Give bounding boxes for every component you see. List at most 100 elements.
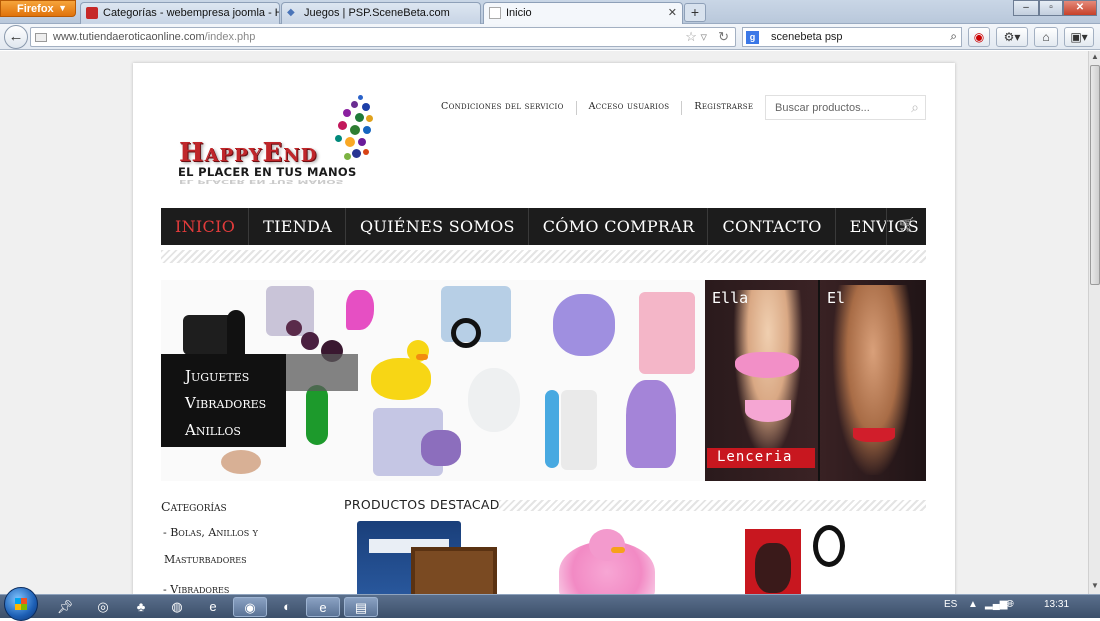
product-image-3[interactable] <box>745 521 855 594</box>
lenceria-banner[interactable]: Ella El Lenceria <box>705 280 926 481</box>
google-icon: g <box>746 31 759 44</box>
games-icon[interactable]: ♣ <box>124 597 158 617</box>
link-register[interactable]: Registrarse <box>681 101 765 115</box>
scroll-down-icon[interactable]: ▼ <box>1090 581 1100 593</box>
banner-link-vibradores[interactable]: Vibradores <box>185 394 286 421</box>
page-scrollbar[interactable]: ▲ ▼ <box>1088 51 1100 594</box>
logo-reflection: El placer en tus manos <box>179 178 344 185</box>
logo-title: HappyEnd <box>179 138 318 168</box>
sidebar-item-masturbadores[interactable]: Masturbadores <box>164 553 247 566</box>
main-nav: INICIO TIENDA QUIÉNES SOMOS CÓMO COMPRAR… <box>161 208 926 245</box>
hero-banner: Juguetes Vibradores Anillos Ella El Lenc… <box>161 280 926 481</box>
divider-hatch <box>161 250 926 263</box>
ie-icon[interactable]: e <box>196 597 230 617</box>
nav-contacto[interactable]: CONTACTO <box>708 208 836 245</box>
tab-title: Categorías - webempresa joomla - Hosti..… <box>103 7 279 19</box>
tab-title: Inicio <box>506 7 532 19</box>
record-icon[interactable]: ◉ <box>968 27 990 47</box>
address-bar[interactable]: www.tutiendaeroticaonline.com/index.php … <box>30 27 736 47</box>
site-logo[interactable]: HappyEnd El placer en tus manos El place… <box>175 93 385 188</box>
browser-search-box[interactable]: g scenebeta psp ⌕ <box>742 27 962 47</box>
bookmark-star-icon[interactable]: ☆ ▿ <box>685 29 707 45</box>
start-button[interactable] <box>4 587 38 621</box>
chrome-icon[interactable]: ◍ <box>160 597 194 617</box>
tab-title: Juegos | PSP.SceneBeta.com <box>304 7 450 19</box>
joomla-favicon-icon <box>86 7 98 19</box>
browser-search-value: scenebeta psp <box>771 31 843 43</box>
close-tab-icon[interactable]: ✕ <box>668 6 677 19</box>
product-search-input[interactable]: Buscar productos... ⌕ <box>765 95 926 120</box>
show-hidden-icons-icon[interactable]: ▲ <box>968 599 978 610</box>
model-el-image <box>833 285 913 475</box>
home-icon[interactable]: ⌂ <box>1034 27 1058 47</box>
window-taskbar-icon[interactable]: ▤ <box>344 597 378 617</box>
search-icon[interactable]: ⌕ <box>911 99 919 116</box>
windows-logo-icon <box>15 598 27 610</box>
url-path: /index.php <box>204 31 256 43</box>
scroll-up-icon[interactable]: ▲ <box>1090 52 1100 64</box>
page-favicon-icon <box>489 7 501 19</box>
maximize-button[interactable]: ▫ <box>1039 0 1063 16</box>
tab-webempresa[interactable]: Categorías - webempresa joomla - Hosti..… <box>80 2 280 24</box>
cart-icon[interactable]: 🛒︎ <box>886 208 926 245</box>
link-login[interactable]: Acceso usuarios <box>575 101 682 115</box>
back-button[interactable]: ← <box>4 25 28 49</box>
minimize-button[interactable]: – <box>1013 0 1039 16</box>
tab-scenebeta[interactable]: ◆ Juegos | PSP.SceneBeta.com <box>281 2 481 24</box>
label-ella: Ella <box>712 289 749 307</box>
banner-link-anillos[interactable]: Anillos <box>185 421 286 448</box>
scenebeta-favicon-icon: ◆ <box>287 7 295 18</box>
scroll-thumb[interactable] <box>1090 65 1100 285</box>
product-image-2[interactable] <box>553 521 663 594</box>
featured-title: PRODUCTOS DESTACADOS <box>344 497 519 512</box>
site-identity-icon <box>35 33 47 42</box>
media-icon[interactable]: ◎ <box>86 597 120 617</box>
reload-icon[interactable]: ↻ <box>718 29 729 45</box>
browser-titlebar: Firefox ▼ Categorías - webempresa joomla… <box>0 0 1100 25</box>
close-window-button[interactable]: ✕ <box>1063 0 1097 16</box>
label-el: El <box>827 289 846 307</box>
new-tab-button[interactable]: + <box>684 3 706 22</box>
clock[interactable]: 13:31 <box>1044 599 1069 610</box>
lenceria-label[interactable]: Lenceria <box>707 448 815 468</box>
top-links: Condiciones del servicio Acceso usuarios… <box>433 101 765 115</box>
page-viewport: HappyEnd El placer en tus manos El place… <box>0 51 1088 594</box>
category-menu-overlay <box>286 354 358 391</box>
signal-icon[interactable]: ▂▄▆ <box>985 599 1007 610</box>
product-image-1[interactable] <box>351 521 501 594</box>
network-icon[interactable]: 🌐︎ <box>1006 599 1014 610</box>
firefox-menu-button[interactable]: Firefox ▼ <box>0 0 76 17</box>
nav-quienes-somos[interactable]: QUIÉNES SOMOS <box>346 208 529 245</box>
browser-navbar: ← www.tutiendaeroticaonline.com/index.ph… <box>0 24 1100 50</box>
nav-como-comprar[interactable]: CÓMO COMPRAR <box>529 208 709 245</box>
lingerie-bra-shape <box>735 352 799 378</box>
lingerie-thong-shape <box>853 428 895 442</box>
ie-taskbar-icon[interactable]: e <box>306 597 340 617</box>
site-page: HappyEnd El placer en tus manos El place… <box>133 63 955 594</box>
url-host: www.tutiendaeroticaonline.com <box>53 31 205 43</box>
link-terms[interactable]: Condiciones del servicio <box>433 101 576 115</box>
product-search-placeholder: Buscar productos... <box>775 102 870 114</box>
banner-divider <box>818 280 820 481</box>
firefox-menu-label: Firefox <box>17 3 54 15</box>
addon-menu-icon[interactable]: ⚙▾ <box>996 27 1028 47</box>
sidebar-item-bolas[interactable]: - Bolas, Anillos y <box>163 526 258 539</box>
pin-icon[interactable]: 📌︎ <box>48 597 82 617</box>
nav-tienda[interactable]: TIENDA <box>249 208 346 245</box>
tab-inicio[interactable]: Inicio ✕ <box>483 2 683 25</box>
back-arrow-icon: ← <box>8 28 24 45</box>
firefox-taskbar-icon[interactable]: ◉ <box>233 597 267 617</box>
chevron-down-icon: ▼ <box>58 3 67 13</box>
banner-link-juguetes[interactable]: Juguetes <box>185 367 286 394</box>
language-indicator[interactable]: ES <box>944 599 957 610</box>
sidebar-item-vibradores[interactable]: - Vibradores <box>163 583 229 594</box>
lingerie-panty-shape <box>745 400 791 422</box>
windows-taskbar: 📌︎ ◎ ♣ ◍ e ◉ ◐ e ▤ ES ▲ ▂▄▆ 🌐︎ 13:31 <box>0 587 1100 621</box>
app-icon[interactable]: ◐ <box>270 597 304 617</box>
bookmarks-menu-icon[interactable]: ▣▾ <box>1064 27 1094 47</box>
banner-category-menu: Juguetes Vibradores Anillos <box>161 354 286 447</box>
nav-inicio[interactable]: INICIO <box>161 208 250 245</box>
logo-subtitle: El placer en tus manos <box>178 165 357 179</box>
search-icon[interactable]: ⌕ <box>950 29 957 44</box>
featured-divider <box>499 500 926 511</box>
